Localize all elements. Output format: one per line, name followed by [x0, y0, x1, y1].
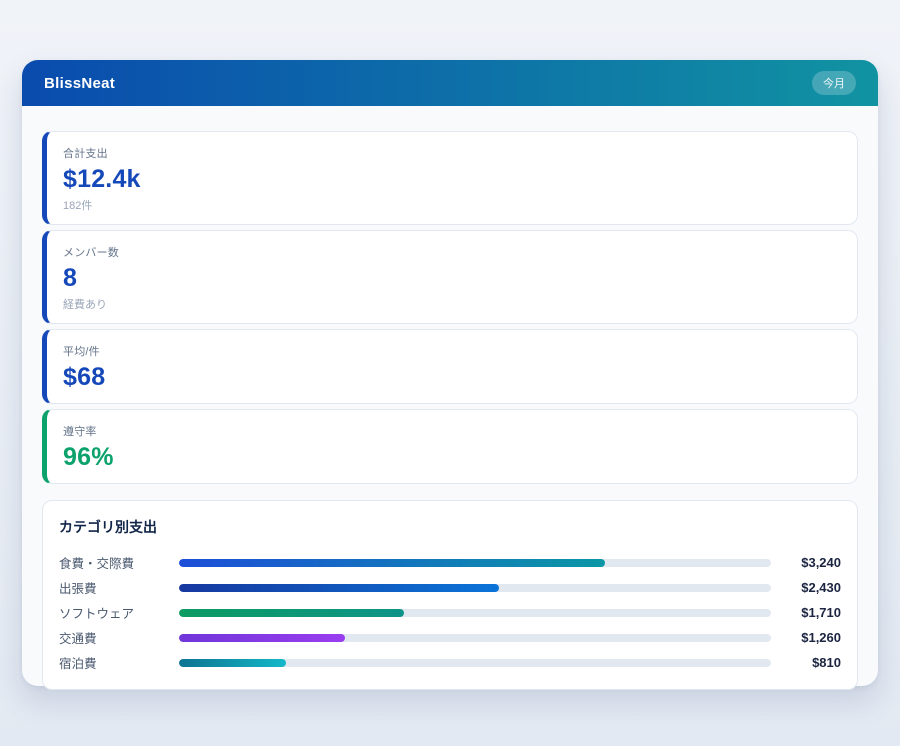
- category-bar: [179, 634, 345, 642]
- stat-value: $12.4k: [63, 165, 841, 194]
- category-row-lodging: 宿泊費 $810: [59, 650, 841, 675]
- stat-label: メンバー数: [63, 244, 841, 260]
- category-amount: $810: [779, 655, 841, 670]
- stat-card-member-count: メンバー数 8 経費あり: [42, 230, 858, 324]
- stat-card-average-per-item: 平均/件 $68: [42, 329, 858, 404]
- stat-label: 平均/件: [63, 343, 841, 359]
- category-bar: [179, 659, 286, 667]
- category-row-transportation: 交通費 $1,260: [59, 625, 841, 650]
- category-label: 出張費: [59, 578, 179, 597]
- category-row-business-trip: 出張費 $2,430: [59, 575, 841, 600]
- category-breakdown-card: カテゴリ別支出 食費・交際費 $3,240 出張費 $2,430 ソフトウェア: [42, 500, 858, 690]
- stat-value: $68: [63, 363, 841, 392]
- stat-cards: 合計支出 $12.4k 182件 メンバー数 8 経費あり 平均/件 $68 遵…: [42, 131, 858, 484]
- category-amount: $2,430: [779, 580, 841, 595]
- category-breakdown-title: カテゴリ別支出: [59, 517, 841, 537]
- panel-body: 合計支出 $12.4k 182件 メンバー数 8 経費あり 平均/件 $68 遵…: [22, 106, 878, 710]
- stat-card-compliance-rate: 遵守率 96%: [42, 409, 858, 484]
- category-row-food-entertainment: 食費・交際費 $3,240: [59, 550, 841, 575]
- category-label: ソフトウェア: [59, 603, 179, 622]
- category-label: 宿泊費: [59, 653, 179, 672]
- category-amount: $1,710: [779, 605, 841, 620]
- category-bar: [179, 584, 499, 592]
- category-bar-track: [179, 609, 771, 617]
- stat-value: 8: [63, 264, 841, 293]
- stat-sub: 経費あり: [63, 296, 841, 312]
- category-bar: [179, 559, 605, 567]
- category-label: 交通費: [59, 628, 179, 647]
- stat-value: 96%: [63, 443, 841, 472]
- category-bar-track: [179, 634, 771, 642]
- category-bar: [179, 609, 404, 617]
- category-amount: $3,240: [779, 555, 841, 570]
- stat-label: 遵守率: [63, 423, 841, 439]
- stat-label: 合計支出: [63, 145, 841, 161]
- stat-card-total-spend: 合計支出 $12.4k 182件: [42, 131, 858, 225]
- category-bar-track: [179, 584, 771, 592]
- stat-sub: 182件: [63, 197, 841, 213]
- app-title: BlissNeat: [44, 75, 115, 92]
- app-header: BlissNeat 今月: [22, 60, 878, 106]
- category-label: 食費・交際費: [59, 553, 179, 572]
- category-bar-track: [179, 659, 771, 667]
- period-badge[interactable]: 今月: [812, 71, 856, 95]
- dashboard-panel: BlissNeat 今月 合計支出 $12.4k 182件 メンバー数 8 経費…: [22, 60, 878, 686]
- category-bar-track: [179, 559, 771, 567]
- category-amount: $1,260: [779, 630, 841, 645]
- category-row-software: ソフトウェア $1,710: [59, 600, 841, 625]
